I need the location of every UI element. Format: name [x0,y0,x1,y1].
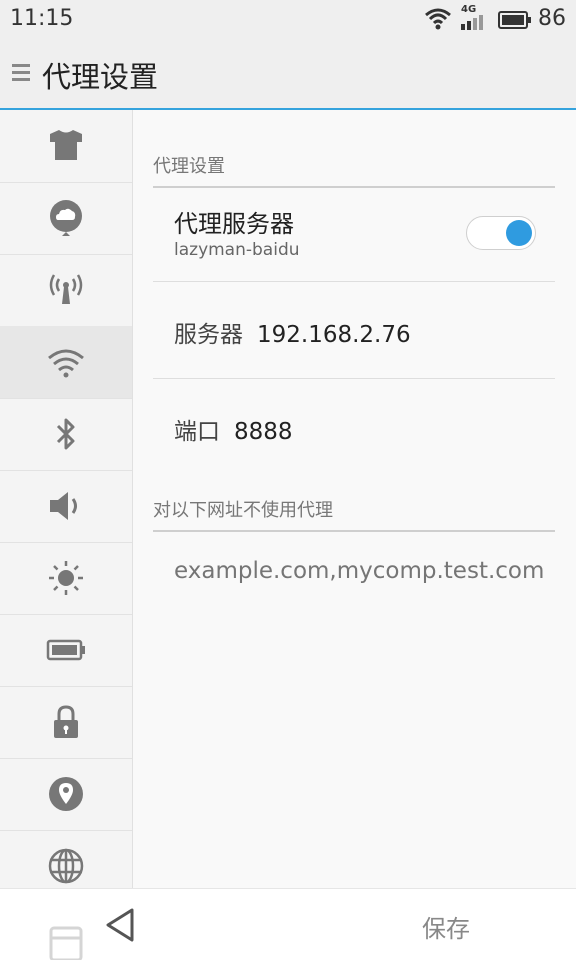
sidebar-item-wifi[interactable] [0,326,132,399]
next-sidebar-icon [49,926,83,960]
volume-icon [50,492,77,520]
proxy-server-title: 代理服务器 [174,210,294,238]
status-bar: 11:15 4G 86 [0,0,576,40]
signal-icon [461,15,483,30]
bottom-bar: 保存 [0,888,576,960]
wifi-status-icon [425,8,451,30]
battery-icon [46,639,85,661]
proxy-settings-panel: 代理设置 代理服务器 lazyman-baidu 服务器 192.168.2.76… [133,110,576,888]
sidebar-item-bluetooth[interactable] [0,398,132,471]
action-bar: 代理设置 [0,40,576,110]
menu-icon[interactable] [12,62,30,84]
sidebar-item-display[interactable] [0,542,132,615]
back-icon[interactable] [104,907,136,943]
sidebar-item-theme[interactable] [0,110,132,183]
proxy-server-subtitle: lazyman-baidu [174,240,300,260]
sidebar-item-language[interactable] [0,830,132,888]
settings-sidebar [0,110,133,888]
proxy-port-label: 端口 [174,419,220,445]
sidebar-item-cloud[interactable] [0,182,132,255]
sidebar-item-battery[interactable] [0,614,132,687]
proxy-host-value: 192.168.2.76 [257,322,411,348]
bluetooth-icon [56,418,75,450]
brightness-icon [49,561,83,595]
location-icon [49,777,83,811]
bypass-section-header: 对以下网址不使用代理 [153,496,555,532]
wifi-icon [48,349,84,378]
divider [153,281,555,282]
theme-shirt-icon [50,130,82,160]
proxy-server-toggle[interactable] [466,216,536,250]
sidebar-item-sound[interactable] [0,470,132,543]
cloud-icon [50,200,82,236]
lock-icon [54,705,78,738]
save-button[interactable]: 保存 [422,909,470,944]
proxy-port-row[interactable]: 端口 8888 [174,412,293,446]
sidebar-item-location[interactable] [0,758,132,831]
page-title: 代理设置 [42,60,159,94]
proxy-section-header: 代理设置 [153,152,555,188]
status-time: 11:15 [10,6,74,31]
proxy-host-label: 服务器 [174,322,243,348]
screen: 11:15 4G 86 代理设置 代理设置 代理服务器 lazyman-baid… [0,0,576,960]
globe-icon [48,848,84,884]
bypass-list-input[interactable] [174,558,554,584]
proxy-host-row[interactable]: 服务器 192.168.2.76 [174,315,411,349]
divider [153,378,555,379]
battery-status-icon [498,11,531,29]
sidebar-item-hotspot[interactable] [0,254,132,327]
sidebar-item-security[interactable] [0,686,132,759]
proxy-port-value: 8888 [234,419,293,445]
battery-percent: 86 [538,6,566,31]
hotspot-icon [49,274,83,304]
toggle-knob [506,220,532,246]
